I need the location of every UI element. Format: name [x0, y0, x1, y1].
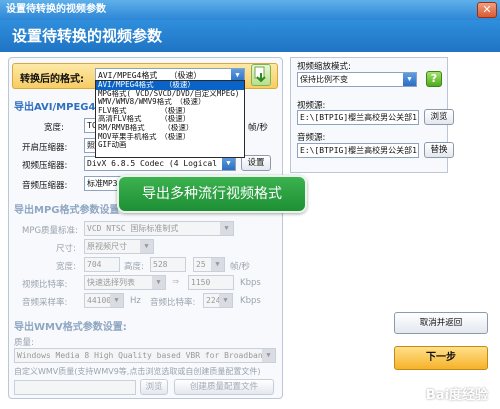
chevron-down-icon: ▼ — [262, 349, 275, 362]
video-source-input[interactable]: E:\[BTPIG]樱兰高校男公关部1-26全( — [297, 110, 419, 125]
mpg-video-bitrate-select[interactable]: 快速选择列表 ▼ — [84, 275, 166, 290]
wmv-quality-select[interactable]: Windows Media 8 High Quality based VBR f… — [14, 348, 276, 363]
watermark: Bai度经验 — [425, 388, 488, 403]
audio-source-label: 音频源: — [297, 133, 326, 143]
mpg-audio-bitrate-unit: Kbps — [240, 296, 261, 306]
open-compressor-label: 开启压缩器: — [22, 143, 68, 153]
cancel-return-button[interactable]: 取消并返回 — [394, 312, 488, 334]
format-option[interactable]: AVI/MPEG4格式 （极速） — [96, 81, 244, 90]
chevron-down-icon: ▼ — [140, 240, 153, 253]
mpg-video-bitrate-unit: Kbps — [240, 278, 261, 288]
mpg-audio-freq-value: 44100 — [87, 296, 112, 305]
chevron-down-icon: ▼ — [222, 157, 235, 170]
open-compressor-value: 照 — [87, 141, 95, 150]
video-compressor-settings-button[interactable]: 设置 — [241, 155, 271, 171]
mpg-video-bitrate-value: 快速选择列表 — [87, 278, 135, 287]
mpg-audio-freq-unit: Hz — [130, 296, 141, 306]
format-option[interactable]: GIF动画 — [96, 141, 244, 150]
video-scale-select[interactable]: 保持比例不变 ▼ — [297, 72, 417, 87]
mpg-video-bitrate-input[interactable]: 1150 — [188, 275, 234, 290]
wmv-custom-label: 自定义WMV质量(支持WMV9等,点击浏览选取或自创建质量配置文件) — [14, 367, 261, 376]
page-title: 设置待转换的视频参数 — [0, 20, 500, 52]
mpg-quality-select[interactable]: VCD NTSC 国际标准制式 ▼ — [84, 221, 234, 236]
wmv-create-config-button[interactable]: 创建质量配置文件 — [174, 379, 274, 395]
wmv-custom-path-input[interactable] — [14, 380, 136, 395]
avi-fps-unit: 帧/秒 — [248, 123, 268, 133]
mpg-width-label: 宽度: — [56, 262, 76, 272]
video-compressor-label: 视频压缩器: — [22, 161, 68, 171]
mpg-size-label: 尺寸: — [56, 244, 76, 254]
window-title: 设置待转换的视频参数 — [6, 4, 106, 15]
mpg-height-input[interactable]: 528 — [150, 257, 186, 272]
audio-source-replace-button[interactable]: 替换 — [424, 142, 454, 158]
video-source-value: E:\[BTPIG]樱兰高校男公关部1-26全( — [300, 113, 418, 122]
mpg-fps-select[interactable]: 25 ▼ — [193, 257, 225, 272]
video-source-browse-button[interactable]: 浏览 — [424, 109, 454, 125]
mpg-height-label: 高度: — [124, 262, 144, 272]
chevron-down-icon: ▼ — [110, 294, 123, 307]
chevron-down-icon: ▼ — [211, 258, 224, 271]
avi-section-title: 导出AVI/MPEG4格 — [14, 102, 106, 113]
next-step-button[interactable]: 下一步 — [394, 346, 488, 370]
chevron-down-icon: ▼ — [219, 294, 232, 307]
mpg-video-bitrate-num: 1150 — [191, 278, 211, 287]
mpg-width-value: 704 — [87, 260, 102, 269]
mpg-audio-freq-select[interactable]: 44100 ▼ — [84, 293, 124, 308]
mpg-quality-value: VCD NTSC 国际标准制式 — [87, 224, 179, 233]
mpg-quality-label: MPG质量标准: — [22, 226, 78, 236]
arrow-down-icon — [254, 66, 266, 83]
mpg-audio-freq-label: 音频采样率: — [22, 298, 68, 308]
close-icon[interactable]: ✕ — [477, 2, 497, 18]
mpg-fps-unit: 帧/秒 — [230, 262, 250, 272]
callout-tooltip: 导出多种流行视频格式 — [117, 175, 307, 213]
wmv-quality-label: 质量: — [14, 338, 34, 348]
mpg-fps-value: 25 — [196, 260, 206, 269]
video-compressor-value: DivX 6.8.5 Codec (4 Logical CPU — [87, 159, 236, 168]
format-dropdown-list[interactable]: AVI/MPEG4格式 （极速） MPG格式( VCD/SVCD/DVD/自定义… — [95, 80, 245, 158]
avi-width-label: 宽度: — [44, 123, 64, 133]
mpg-size-value: 原视频尺寸 — [87, 242, 127, 251]
format-option[interactable]: RM/RMVB格式 （极速） — [96, 124, 244, 133]
format-option[interactable]: MPG格式( VCD/SVCD/DVD/自定义MPEG) — [96, 90, 244, 99]
mpg-audio-bitrate-label: 音频比特率: — [150, 298, 196, 308]
format-option[interactable]: MOV苹果手机格式 （极速） — [96, 133, 244, 142]
format-label: 转换后的格式: — [20, 74, 84, 85]
dialog-window: 设置待转换的视频参数 ✕ 设置待转换的视频参数 转换后的格式: AVI/MPEG… — [0, 0, 500, 409]
video-scale-value: 保持比例不变 — [300, 75, 348, 84]
format-select-value: AVI/MPEG4格式 （极速） — [98, 71, 202, 80]
mpg-size-select[interactable]: 原视频尺寸 ▼ — [84, 239, 154, 254]
wmv-section-title: 导出WMV格式参数设置: — [14, 322, 127, 333]
chevron-down-icon: ▼ — [403, 73, 416, 86]
help-icon[interactable]: ? — [426, 71, 442, 87]
wmv-quality-value: Windows Media 8 High Quality based VBR f… — [17, 351, 268, 360]
video-scale-label: 视频缩放模式: — [297, 62, 351, 72]
format-option[interactable]: WMV/WMV8/WMV9格式 （极速） — [96, 98, 244, 107]
mpg-width-input[interactable]: 704 — [84, 257, 120, 272]
format-option[interactable]: FLV格式 （极速） — [96, 107, 244, 116]
arrow-right-icon: ⇒ — [172, 277, 180, 287]
mpg-audio-bitrate-select[interactable]: 224 ▼ — [203, 293, 233, 308]
chevron-down-icon: ▼ — [220, 222, 233, 235]
audio-compressor-label: 音频压缩器: — [22, 181, 68, 191]
help-icon-glyph: ? — [430, 72, 438, 85]
format-option[interactable]: 高清FLV格式 （极速） — [96, 115, 244, 124]
audio-source-input[interactable]: E:\[BTPIG]樱兰高校男公关部1-26全( — [297, 143, 419, 158]
video-compressor-select[interactable]: DivX 6.8.5 Codec (4 Logical CPU ▼ — [84, 156, 236, 171]
chevron-down-icon: ▼ — [152, 276, 165, 289]
mpg-height-value: 528 — [153, 260, 168, 269]
export-icon[interactable] — [251, 64, 271, 86]
wmv-browse-button[interactable]: 浏览 — [140, 379, 168, 395]
mpg-section-title: 导出MPG格式参数设置 — [14, 205, 120, 216]
audio-source-value: E:\[BTPIG]樱兰高校男公关部1-26全( — [300, 146, 418, 155]
mpg-video-bitrate-label: 视频比特率: — [22, 280, 68, 290]
title-bar: 设置待转换的视频参数 ✕ — [0, 0, 500, 20]
